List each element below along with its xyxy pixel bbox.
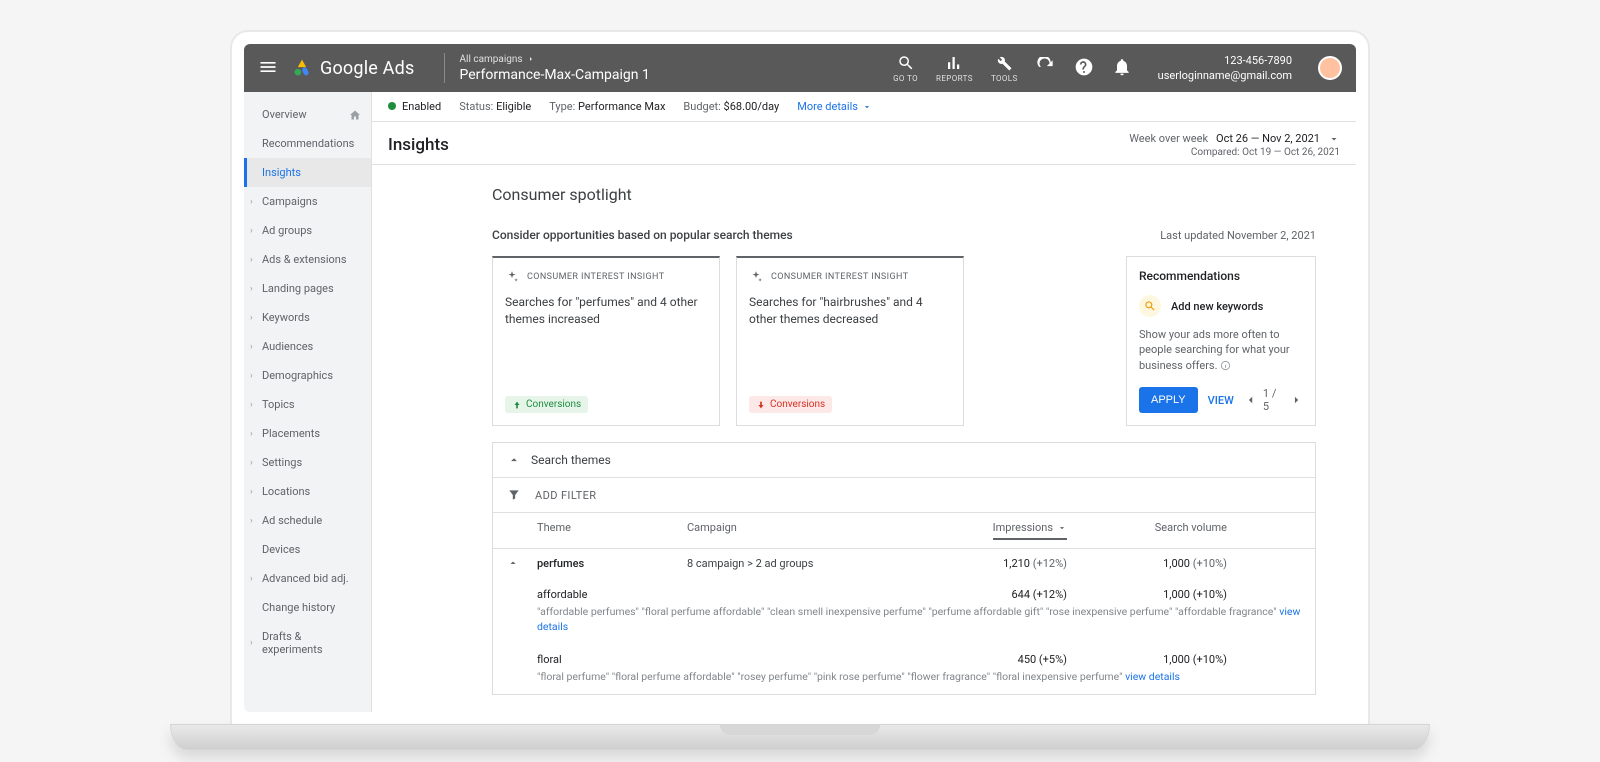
refresh-icon[interactable]	[1036, 57, 1056, 80]
status-eligible: Status: Eligible	[459, 100, 531, 113]
sidebar-item-insights[interactable]: Insights	[244, 158, 371, 187]
col-impressions[interactable]: Impressions	[993, 521, 1067, 540]
sidebar-item-adschedule[interactable]: ›Ad schedule	[244, 506, 371, 535]
date-range-picker[interactable]: Week over week Oct 26 — Nov 2, 2021 Comp…	[1129, 132, 1340, 158]
view-button[interactable]: VIEW	[1208, 394, 1234, 407]
chevron-down-icon	[1328, 133, 1340, 145]
sidebar-item-drafts[interactable]: ›Drafts & experiments	[244, 622, 371, 664]
view-details-link[interactable]: view details	[1125, 670, 1180, 683]
user-phone: 123-456-7890	[1224, 54, 1292, 67]
col-campaign[interactable]: Campaign	[687, 521, 937, 540]
laptop-frame-base	[170, 724, 1430, 750]
spotlight-title: Consumer spotlight	[492, 185, 1316, 204]
sidebar-item-placements[interactable]: ›Placements	[244, 419, 371, 448]
sidebar-item-settings[interactable]: ›Settings	[244, 448, 371, 477]
status-type: Type: Performance Max	[549, 100, 665, 113]
keyword-icon	[1139, 295, 1161, 317]
chevron-up-icon	[507, 453, 521, 467]
col-theme[interactable]: Theme	[537, 521, 687, 540]
sort-desc-icon	[1057, 523, 1067, 533]
reports-icon[interactable]: REPORTS	[936, 54, 973, 83]
tools-icon[interactable]: TOOLS	[991, 54, 1018, 83]
table-subrow[interactable]: affordable 644 (+12%) 1,000 (+10%)	[493, 580, 1315, 601]
help-icon[interactable]	[1074, 57, 1094, 80]
insight-card-decrease[interactable]: CONSUMER INTEREST INSIGHT Searches for "…	[736, 256, 964, 426]
apply-button[interactable]: APPLY	[1139, 387, 1198, 413]
insight-card-increase[interactable]: CONSUMER INTEREST INSIGHT Searches for "…	[492, 256, 720, 426]
avatar[interactable]	[1318, 56, 1342, 80]
filter-icon[interactable]	[507, 488, 521, 502]
recommendations-title: Recommendations	[1139, 269, 1303, 283]
campaign-status-bar: Enabled Status: Eligible Type: Performan…	[372, 92, 1356, 122]
sidebar-item-audiences[interactable]: ›Audiences	[244, 332, 371, 361]
sparkle-icon	[505, 270, 519, 284]
spotlight-subhead: Consider opportunities based on popular …	[492, 228, 793, 242]
app-logo[interactable]: Google Ads	[292, 58, 414, 79]
sidebar-item-campaigns[interactable]: ›Campaigns	[244, 187, 371, 216]
add-filter-button[interactable]: ADD FILTER	[535, 489, 596, 502]
page-title: Insights	[388, 135, 449, 155]
badge-conversions-down: Conversions	[749, 396, 832, 413]
sidebar-item-demographics[interactable]: ›Demographics	[244, 361, 371, 390]
table-row[interactable]: perfumes 8 campaign > 2 ad groups 1,210 …	[493, 549, 1315, 580]
user-email: userloginname@gmail.com	[1158, 69, 1292, 82]
rec-item-desc: Show your ads more often to people searc…	[1139, 327, 1303, 373]
sidebar-item-devices[interactable]: Devices	[244, 535, 371, 564]
search-themes-panel: Search themes ADD FILTER Theme Campaign …	[492, 442, 1316, 695]
recommendations-card: Recommendations Add new keywords Show yo…	[1126, 256, 1316, 426]
app-name: Google Ads	[320, 58, 414, 79]
user-info[interactable]: 123-456-7890 userloginname@gmail.com	[1158, 54, 1292, 82]
sidebar-item-ads-ext[interactable]: ›Ads & extensions	[244, 245, 371, 274]
arrow-down-icon	[756, 400, 766, 410]
chevron-right-icon[interactable]	[1290, 393, 1303, 407]
sidebar-item-keywords[interactable]: ›Keywords	[244, 303, 371, 332]
badge-conversions-up: Conversions	[505, 396, 588, 413]
rec-item-title: Add new keywords	[1171, 300, 1263, 313]
table-subrow-details: "floral perfume" "floral perfume afforda…	[493, 666, 1315, 695]
col-volume[interactable]: Search volume	[1155, 521, 1227, 540]
collapse-icon[interactable]	[507, 557, 537, 572]
status-budget: Budget: $68.00/day	[683, 100, 779, 113]
search-themes-toggle[interactable]: Search themes	[493, 443, 1315, 478]
last-updated: Last updated November 2, 2021	[1160, 229, 1316, 242]
info-icon[interactable]	[1220, 360, 1231, 371]
table-subrow-details: "affordable perfumes" "floral perfume af…	[493, 601, 1315, 644]
sidebar-item-adgroups[interactable]: ›Ad groups	[244, 216, 371, 245]
more-details-link[interactable]: More details	[797, 100, 872, 113]
notifications-icon[interactable]	[1112, 57, 1132, 80]
sidebar-item-advbidadj[interactable]: ›Advanced bid adj.	[244, 564, 371, 593]
menu-icon[interactable]	[258, 57, 278, 80]
breadcrumb-current: Performance-Max-Campaign 1	[459, 67, 649, 83]
status-enabled: Enabled	[388, 100, 441, 113]
recommendations-pager: 1 / 5	[1244, 387, 1303, 413]
date-range-value: Oct 26 — Nov 2, 2021	[1216, 132, 1320, 145]
sidebar-item-landingpages[interactable]: ›Landing pages	[244, 274, 371, 303]
chevron-left-icon[interactable]	[1244, 393, 1257, 407]
sidebar-item-topics[interactable]: ›Topics	[244, 390, 371, 419]
sidebar-item-recommendations[interactable]: Recommendations	[244, 129, 371, 158]
sparkle-icon	[749, 270, 763, 284]
goto-icon[interactable]: GO TO	[893, 54, 918, 83]
breadcrumb[interactable]: All campaigns Performance-Max-Campaign 1	[459, 54, 649, 83]
themes-table-header: Theme Campaign Impressions Search volume	[493, 513, 1315, 549]
table-subrow[interactable]: floral 450 (+5%) 1,000 (+10%)	[493, 645, 1315, 666]
sidebar: Overview Recommendations Insights ›Campa…	[244, 92, 372, 712]
sidebar-item-locations[interactable]: ›Locations	[244, 477, 371, 506]
sidebar-item-overview[interactable]: Overview	[244, 100, 371, 129]
breadcrumb-root[interactable]: All campaigns	[459, 54, 522, 65]
app-topbar: Google Ads All campaigns Performance-Max…	[244, 44, 1356, 92]
arrow-up-icon	[512, 400, 522, 410]
sidebar-item-changehistory[interactable]: Change history	[244, 593, 371, 622]
